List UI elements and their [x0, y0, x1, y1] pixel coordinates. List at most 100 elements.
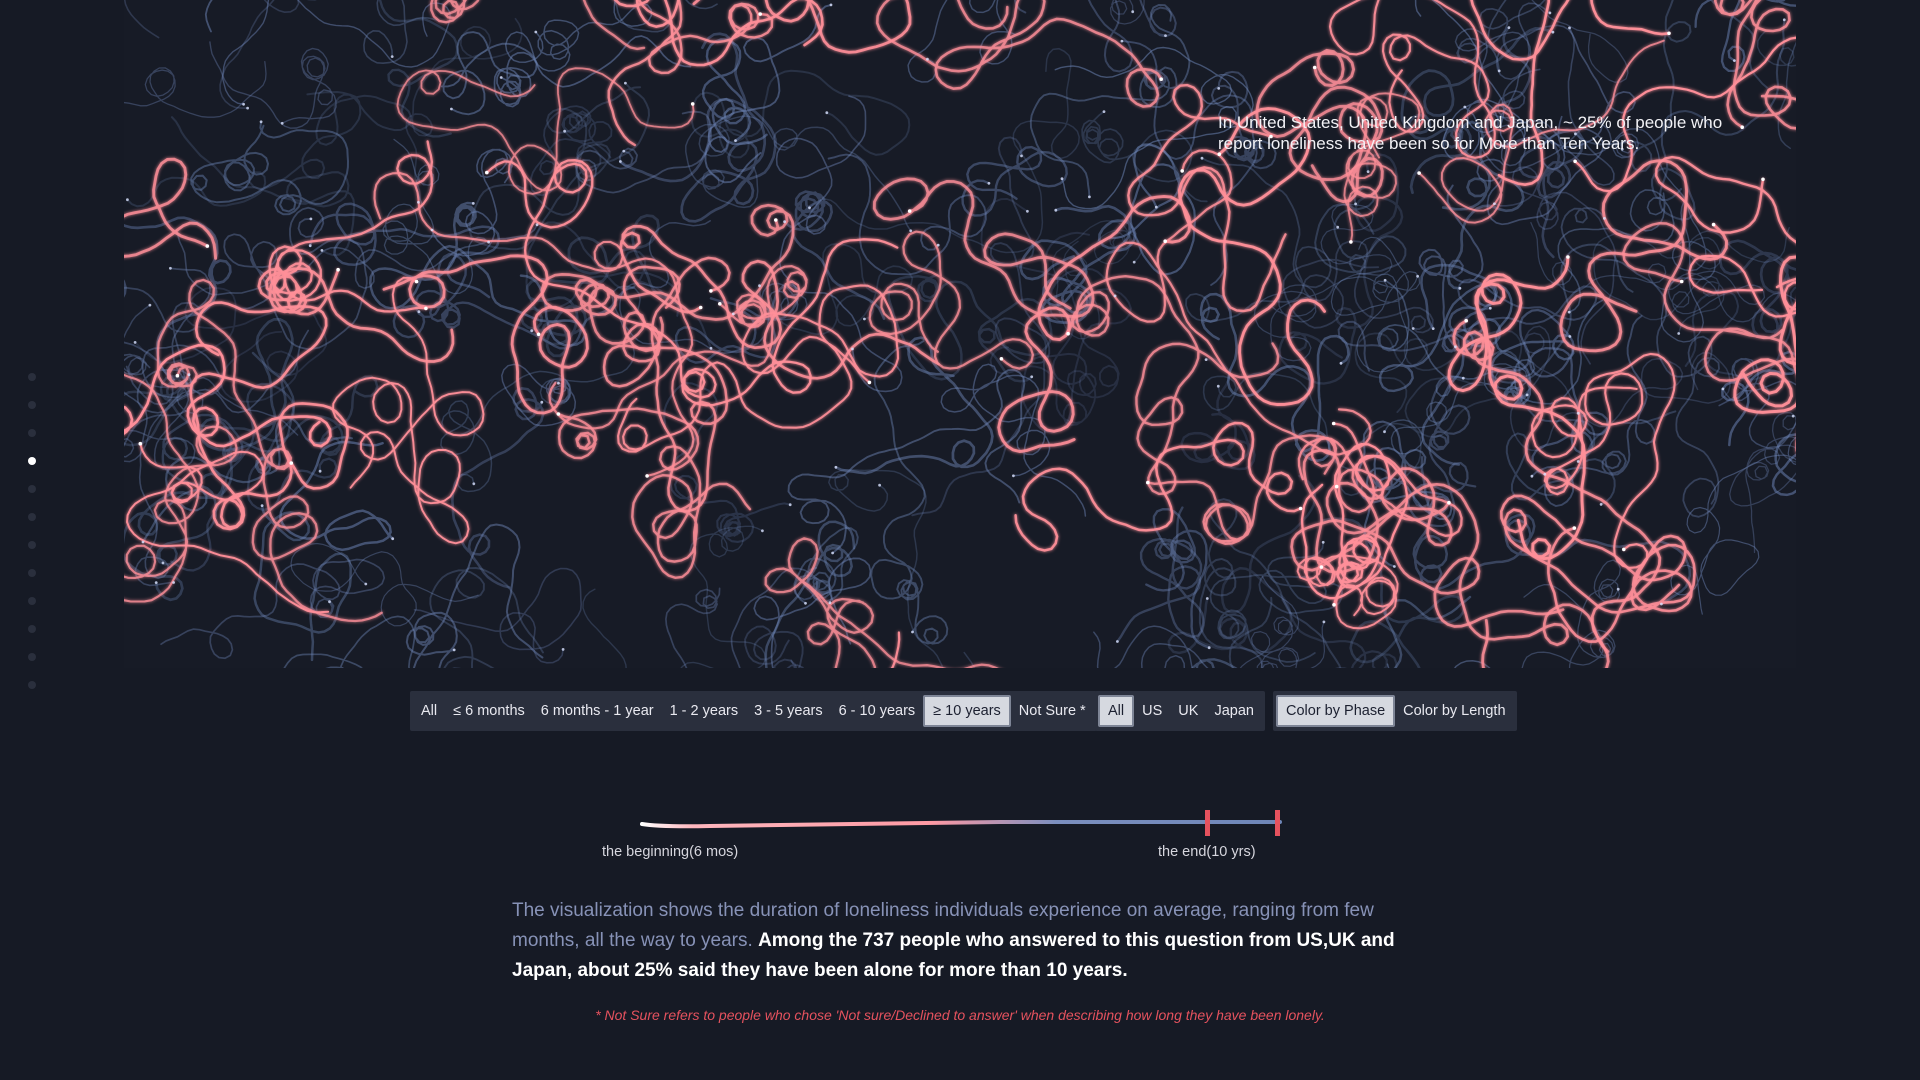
pink-thread: [617, 284, 900, 453]
thread-particle: [731, 312, 735, 316]
pink-thread: [332, 276, 485, 545]
section-dot[interactable]: [28, 569, 36, 577]
blue-thread: [1093, 625, 1209, 668]
legend-marker-end: [1275, 810, 1280, 836]
duration-filter-all-button[interactable]: All: [413, 695, 445, 727]
section-dot[interactable]: [28, 373, 36, 381]
thread-particle: [1463, 105, 1467, 109]
thread-particle: [1321, 540, 1325, 544]
thread-particle: [774, 218, 778, 222]
thread-particle: [1622, 547, 1626, 552]
thread-particle: [1349, 240, 1353, 244]
section-dot[interactable]: [28, 513, 36, 521]
thread-particle: [718, 302, 722, 306]
thread-particle: [1354, 202, 1357, 206]
country-filter-japan-button[interactable]: Japan: [1206, 695, 1262, 727]
pink-thread: [268, 140, 434, 313]
thread-particle: [499, 76, 503, 79]
thread-particle: [471, 202, 475, 205]
thread-particle: [161, 561, 165, 565]
blue-thread: [1456, 0, 1546, 72]
thread-particle: [1782, 18, 1786, 22]
legend-end-label: the end(10 yrs): [1158, 844, 1256, 860]
thread-particle: [1454, 345, 1457, 349]
duration-filter-6-10y-button[interactable]: 6 - 10 years: [831, 695, 924, 727]
thread-particle: [867, 380, 872, 385]
thread-particle: [1447, 500, 1451, 505]
thread-particle: [878, 483, 881, 487]
section-dot[interactable]: [28, 541, 36, 549]
duration-filter-6m-1y-button[interactable]: 6 months - 1 year: [533, 695, 662, 727]
blue-thread: [283, 615, 461, 668]
loneliness-visualization-canvas: In United States, United Kingdom and Jap…: [124, 0, 1796, 668]
country-filter-all-button[interactable]: All: [1098, 695, 1135, 727]
blue-thread: [1029, 3, 1191, 198]
thread-particle: [1066, 331, 1070, 336]
thread-particle: [1334, 484, 1339, 489]
section-dot[interactable]: [28, 597, 36, 605]
thread-particle: [831, 551, 834, 555]
thread-particle: [825, 111, 829, 115]
blue-thread: [209, 41, 337, 129]
section-dot[interactable]: [28, 625, 36, 633]
duration-filter-6-months-button[interactable]: ≤ 6 months: [445, 695, 533, 727]
thread-particle: [909, 229, 913, 233]
thread-particle: [829, 3, 833, 7]
blue-thread: [124, 61, 267, 118]
thread-particle: [1088, 195, 1091, 199]
thread-particle: [690, 102, 695, 106]
thread-particle: [936, 243, 940, 247]
thread-particle: [1660, 602, 1663, 606]
duration-filter-not-sure-button[interactable]: Not Sure *: [1011, 695, 1094, 727]
thread-particle: [1567, 310, 1571, 314]
thread-particle: [709, 289, 713, 293]
pink-thread: [557, 407, 752, 580]
country-filter-group: All US UK Japan: [1095, 691, 1265, 731]
thread-particle: [172, 581, 175, 584]
thread-particle: [424, 306, 428, 311]
thread-particle: [1319, 565, 1324, 569]
thread-particle: [138, 441, 143, 446]
thread-particle: [1568, 26, 1571, 30]
thread-particle: [430, 228, 434, 232]
color-by-length-button[interactable]: Color by Length: [1395, 695, 1513, 727]
section-dot[interactable]: [28, 653, 36, 661]
thread-particle: [1393, 565, 1396, 568]
thread-particle: [1180, 169, 1184, 173]
section-dot[interactable]: [28, 429, 36, 437]
country-filter-us-button[interactable]: US: [1134, 695, 1170, 727]
duration-filter-10y-plus-button[interactable]: ≥ 10 years: [923, 695, 1011, 727]
thread-particle: [1030, 375, 1034, 379]
thread-particle: [734, 139, 737, 143]
thread-particle: [148, 303, 152, 307]
thread-particle: [1761, 177, 1765, 182]
duration-filter-1-2y-button[interactable]: 1 - 2 years: [662, 695, 747, 727]
thread-particle: [645, 474, 649, 478]
legend-marker-start: [1205, 810, 1210, 836]
section-dot[interactable]: [28, 681, 36, 689]
thread-particle: [1204, 358, 1208, 361]
section-dot[interactable]: [28, 401, 36, 409]
thread-particle: [1677, 332, 1681, 335]
thread-particle: [1339, 361, 1343, 365]
thread-particle: [1322, 620, 1326, 624]
thread-particle: [1026, 209, 1029, 213]
thread-particle: [1207, 646, 1211, 650]
thread-particle: [1020, 154, 1023, 158]
thread-particle: [1217, 87, 1221, 90]
section-dot[interactable]: [28, 457, 36, 465]
thread-particle: [417, 310, 421, 314]
thread-particle: [487, 240, 490, 244]
color-by-phase-button[interactable]: Color by Phase: [1276, 695, 1396, 727]
country-filter-uk-button[interactable]: UK: [1170, 695, 1206, 727]
blue-thread: [405, 17, 523, 204]
thread-particle: [622, 149, 626, 153]
thread-particle: [175, 373, 180, 378]
thread-particle: [450, 107, 453, 111]
thread-particle: [1572, 526, 1577, 530]
duration-filter-3-5y-button[interactable]: 3 - 5 years: [746, 695, 831, 727]
section-dot[interactable]: [28, 485, 36, 493]
thread-particle: [1573, 159, 1577, 164]
thread-particle: [328, 600, 331, 604]
thread-particle: [1667, 31, 1671, 36]
